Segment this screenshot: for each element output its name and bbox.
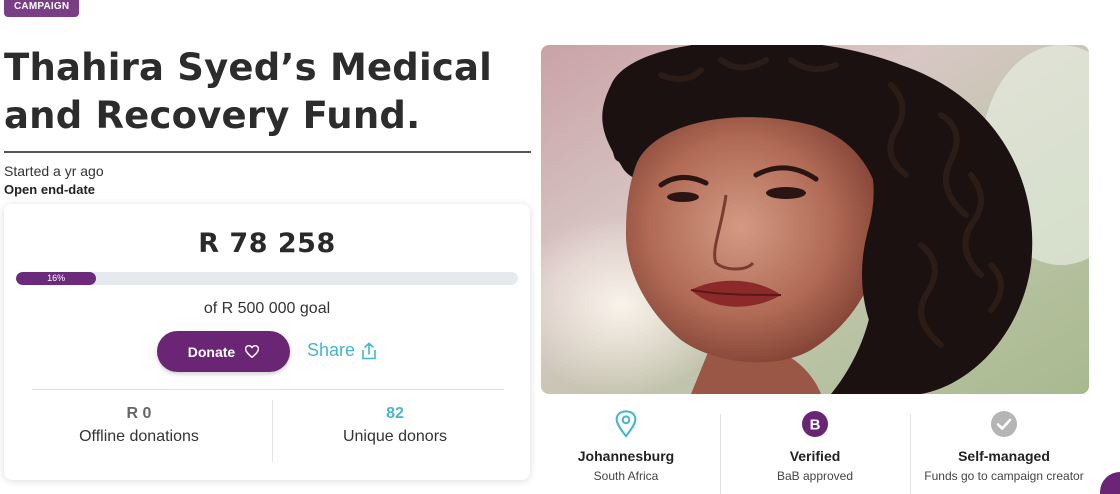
location-city: Johannesburg <box>577 448 675 464</box>
campaign-page: CAMPAIGN Thahira Syed’s Medical and Reco… <box>0 0 1120 494</box>
location-country: South Africa <box>593 469 659 483</box>
share-link[interactable]: Share <box>307 340 377 361</box>
started-date: Started a yr ago <box>4 163 104 179</box>
unique-donors-value: 82 <box>386 405 404 422</box>
card-divider <box>32 389 504 390</box>
offline-donations-label: Offline donations <box>79 428 199 445</box>
progress-bar: 16% <box>16 272 518 285</box>
raised-amount: R 78 258 <box>198 228 336 259</box>
location-info: Johannesburg South Africa <box>536 410 716 484</box>
unique-donors-label: Unique donors <box>342 428 448 445</box>
donate-label: Donate <box>187 343 236 360</box>
campaign-photo <box>541 45 1089 394</box>
verified-title: Verified <box>789 448 841 464</box>
title-divider <box>4 151 531 153</box>
check-circle-icon <box>991 411 1017 437</box>
share-label: Share <box>307 340 356 360</box>
bab-badge-letter: B <box>810 417 821 434</box>
verified-subtitle: BaB approved <box>776 469 854 483</box>
offline-donations-stat: R 0 Offline donations <box>14 404 264 450</box>
end-date: Open end-date <box>4 182 96 197</box>
self-managed-subtitle: Funds go to campaign creator <box>924 469 1084 483</box>
bab-badge-icon: B <box>802 411 828 437</box>
progress-fill: 16% <box>16 272 97 285</box>
share-icon <box>362 341 376 359</box>
info-divider-1 <box>720 414 721 494</box>
chat-widget-button[interactable] <box>1100 472 1120 494</box>
info-divider-2 <box>910 414 911 494</box>
self-managed-title: Self-managed <box>958 448 1050 464</box>
offline-donations-value: R 0 <box>126 405 152 422</box>
location-pin-icon <box>615 410 637 438</box>
unique-donors-stat: 82 Unique donors <box>270 404 520 450</box>
self-managed-info: Self-managed Funds go to campaign creato… <box>914 410 1094 484</box>
donate-button[interactable]: Donate <box>157 331 290 372</box>
portrait-illustration <box>541 45 1089 394</box>
heart-icon <box>245 345 260 358</box>
page-title: Thahira Syed’s Medical and Recovery Fund… <box>4 46 493 137</box>
donation-card: R 78 258 16% of R 500 000 goal Donate Sh… <box>4 204 530 480</box>
campaign-tag: CAMPAIGN <box>4 0 80 17</box>
goal-text: of R 500 000 goal <box>203 300 331 317</box>
verified-info: B Verified BaB approved <box>725 410 905 484</box>
